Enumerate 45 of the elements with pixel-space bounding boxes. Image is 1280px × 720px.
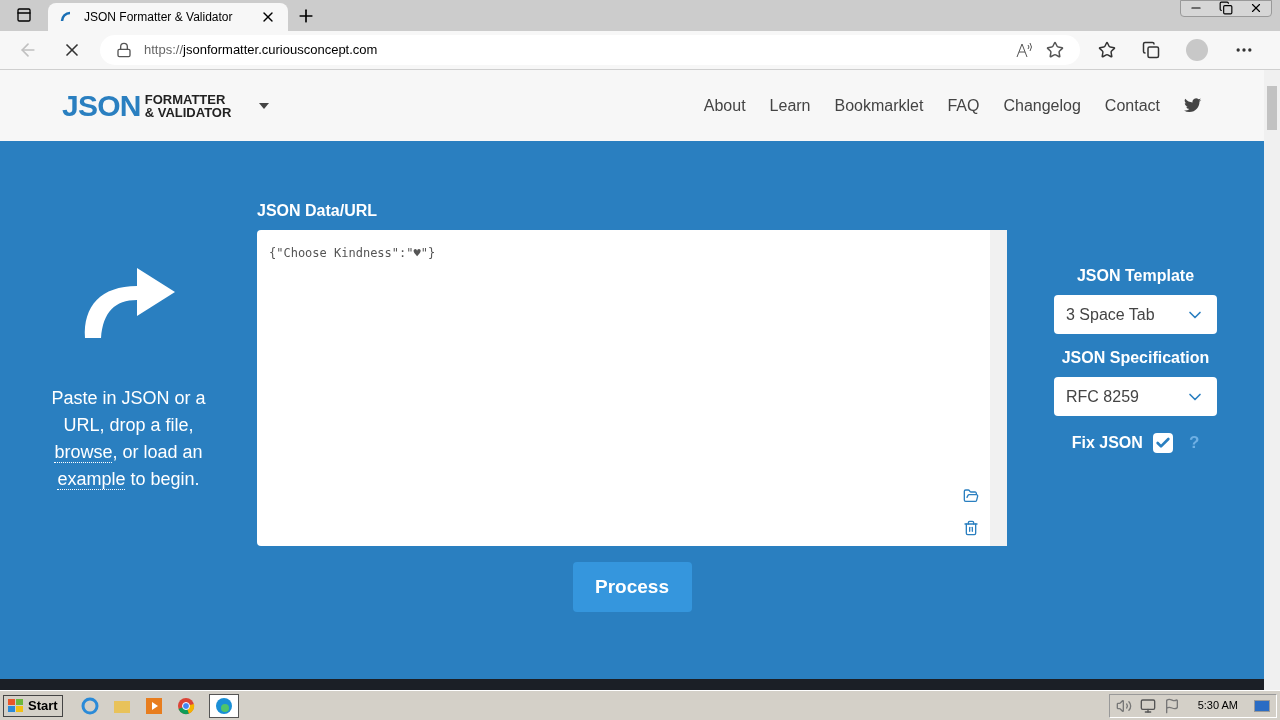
media-player-icon[interactable]: [144, 696, 163, 715]
nav-link[interactable]: Contact: [1104, 93, 1160, 118]
favorites-icon[interactable]: [1098, 41, 1116, 59]
nav-link[interactable]: Changelog: [1003, 93, 1081, 118]
speaker-icon[interactable]: [1115, 697, 1132, 714]
select-field[interactable]: 3 Space Tab: [1054, 295, 1217, 334]
fix-json-checkbox[interactable]: [1152, 432, 1173, 453]
nav-link[interactable]: Learn: [769, 93, 811, 118]
json-input-field[interactable]: {"Choose Kindness":"♥"}: [257, 230, 1007, 546]
logo-json[interactable]: JSON: [62, 83, 141, 128]
collections-icon[interactable]: [1142, 41, 1160, 59]
read-aloud-icon[interactable]: [1016, 42, 1034, 58]
desktop-icon[interactable]: [1254, 699, 1270, 712]
select-field[interactable]: RFC 8259: [1054, 377, 1217, 416]
start-button[interactable]: Start: [3, 694, 63, 717]
page-scrollbar[interactable]: [1264, 70, 1280, 690]
fix-json-label: Fix JSON: [1071, 432, 1143, 453]
logo-subtitle: FORMATTER: [144, 92, 227, 106]
example-link[interactable]: example: [57, 469, 126, 490]
clock-time: 5:30 AM: [1197, 698, 1238, 714]
browse-link[interactable]: browse: [54, 442, 113, 463]
browser-tab[interactable]: JSON Formatter & Validator: [48, 3, 288, 31]
logo-subtitle: & VALIDATOR: [144, 105, 232, 119]
edge-taskbar-button[interactable]: [208, 693, 239, 718]
bird-icon[interactable]: [1184, 98, 1202, 113]
editor-label: JSON Data/URL: [257, 201, 378, 221]
chrome-icon[interactable]: [176, 696, 195, 715]
loading-icon: [60, 11, 72, 23]
option-label: JSON Specification: [1061, 348, 1210, 368]
option-label: JSON Template: [1076, 266, 1195, 286]
trash-icon[interactable]: [963, 520, 979, 536]
edge-icon: [214, 696, 233, 715]
dropdown-caret-icon[interactable]: [259, 102, 270, 109]
nav-link[interactable]: Bookmarklet: [834, 93, 924, 118]
lock-icon: [116, 42, 132, 58]
tab-title: JSON Formatter & Validator: [84, 9, 234, 26]
flag-icon[interactable]: [1163, 697, 1180, 714]
windows-logo-icon: [8, 698, 24, 713]
url-text: https://jsonformatter.curiousconcept.com: [144, 41, 379, 60]
nav-link[interactable]: FAQ: [947, 93, 980, 118]
favorite-add-icon[interactable]: [1046, 41, 1064, 59]
tab-actions-icon[interactable]: [16, 7, 32, 23]
intro-text: Paste in JSON or a URL, drop a file, browse, or load an example to begin.: [50, 387, 207, 492]
address-bar[interactable]: https://jsonformatter.curiousconcept.com: [100, 35, 1080, 65]
nav-link[interactable]: About: [703, 93, 746, 118]
